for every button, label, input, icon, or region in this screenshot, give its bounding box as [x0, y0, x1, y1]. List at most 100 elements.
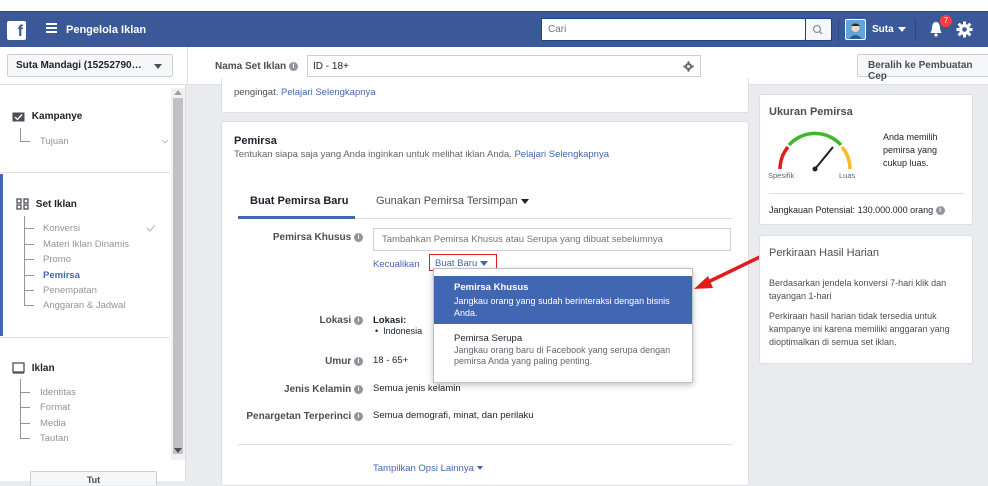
adset-name-label: Nama Set Iklan i [215, 61, 298, 72]
info-icon[interactable]: i [354, 384, 363, 394]
avatar[interactable] [845, 19, 866, 40]
dropdown-item-desc: Jangkau orang yang sudah berinteraksi de… [454, 296, 670, 318]
audience-size-card: Ukuran Pemirsa Spesifik Luas Anda memili… [759, 94, 973, 225]
tree-tick [24, 228, 34, 229]
sidebar-item-media[interactable]: Media [40, 418, 66, 429]
tree-tick [20, 423, 30, 424]
location-label: Lokasi i [242, 315, 363, 326]
info-icon[interactable]: i [935, 206, 945, 216]
tree-line [20, 128, 21, 141]
custom-audience-field[interactable] [373, 228, 731, 251]
folder-icon [12, 112, 25, 122]
ad-frame-icon [12, 362, 25, 374]
browser-top-strip [0, 0, 988, 11]
hamburger-menu-icon[interactable] [46, 23, 57, 34]
scroll-down-arrow-icon[interactable] [174, 448, 182, 453]
tab-create-new-audience[interactable]: Buat Pemirsa Baru [238, 194, 355, 219]
sidebar-section-adset[interactable]: Set Iklan [16, 198, 77, 210]
topbar-divider [838, 19, 839, 41]
tree-tick [20, 392, 30, 393]
caret-down-icon [520, 198, 529, 204]
location-value: • Indonesia [375, 326, 423, 336]
tree-line [20, 379, 21, 438]
account-selector[interactable]: Suta Mandagi (15252790… [7, 54, 173, 77]
exclude-link[interactable]: Kecualikan [373, 259, 419, 270]
tree-tick [24, 275, 34, 276]
learn-more-link[interactable]: Pelajari Selengkapnya [514, 149, 609, 160]
daily-estimate-note: Berdasarkan jendela konversi 7-hari klik… [769, 278, 947, 301]
adset-name-field[interactable]: ID - 18+ [307, 55, 701, 77]
gender-value[interactable]: Semua jenis kelamin [373, 383, 461, 394]
info-icon[interactable]: i [354, 232, 363, 242]
scroll-up-arrow-icon[interactable] [174, 90, 182, 95]
user-name[interactable]: Suta [872, 24, 894, 35]
active-section-indicator [0, 174, 3, 336]
caret-down-icon[interactable] [898, 27, 906, 32]
search-icon [812, 24, 823, 35]
dropdown-item-custom-audience[interactable]: Pemirsa Khusus Jangkau orang yang sudah … [434, 276, 692, 324]
gear-icon[interactable] [683, 61, 694, 72]
sidebar-item-anggaran-jadwal[interactable]: Anggaran & Jadwal [43, 300, 125, 311]
previous-section-card: pengingat. Pelajari Selengkapnya [221, 78, 749, 113]
daily-estimate-title: Perkiraan Hasil Harian [769, 247, 880, 259]
sidebar-item-promo[interactable]: Promo [43, 254, 71, 265]
sidebar-item-penempatan[interactable]: Penempatan [43, 285, 97, 296]
adset-name-value: ID - 18+ [313, 61, 349, 72]
show-more-options-link[interactable]: Tampilkan Opsi Lainnya [373, 463, 483, 474]
app-title[interactable]: Pengelola Iklan [66, 24, 146, 36]
info-icon[interactable]: i [354, 411, 363, 421]
sidebar-adset-title: Set Iklan [35, 198, 77, 210]
potential-reach: Jangkauan Potensial: 130.000.000 orang i [769, 205, 945, 216]
tree-line [24, 216, 25, 306]
annotation-arrow-icon [694, 252, 767, 289]
audience-description: Tentukan siapa saja yang Anda inginkan u… [234, 149, 609, 160]
dropdown-item-title: Pemirsa Serupa [454, 333, 523, 344]
detailed-targeting-value[interactable]: Semua demografi, minat, dan perilaku [373, 410, 534, 421]
section-divider [0, 337, 170, 338]
tree-tick [20, 438, 30, 439]
gauge-right-label: Luas [839, 171, 856, 180]
gear-icon[interactable] [956, 21, 973, 38]
facebook-logo-icon[interactable]: f [7, 21, 26, 40]
audience-size-description: Anda memilih pemirsa yang cukup luas. [883, 132, 938, 168]
sidebar-item-pemirsa[interactable]: Pemirsa [43, 270, 80, 281]
sidebar-item-konversi[interactable]: Konversi [43, 223, 80, 234]
sidebar-item-materi-iklan-dinamis[interactable]: Materi Iklan Dinamis [43, 239, 129, 250]
sidebar-item-tautan[interactable]: Tautan [40, 433, 69, 444]
top-navigation-bar: f Pengelola Iklan Suta 7 [0, 11, 988, 47]
caret-down-icon [476, 466, 483, 471]
sidebar-item-tujuan[interactable]: Tujuan [40, 136, 69, 147]
caret-down-icon [479, 260, 488, 266]
daily-estimate-unavailable: Perkiraan hasil harian tidak tersedia un… [769, 311, 950, 347]
age-value[interactable]: 18 - 65+ [373, 355, 408, 366]
close-button[interactable]: Tut [30, 471, 157, 485]
toolbar-divider [187, 47, 188, 85]
account-name: Suta Mandagi (15252790… [16, 60, 142, 71]
audience-gauge-icon [778, 131, 852, 172]
info-icon[interactable]: i [354, 356, 363, 366]
dropdown-item-lookalike-audience[interactable]: Pemirsa Serupa Jangkau orang baru di Fac… [434, 327, 692, 375]
checkmark-icon [146, 224, 156, 232]
search-input[interactable] [542, 19, 782, 40]
info-icon[interactable]: i [354, 315, 363, 325]
switch-quick-creation-button[interactable]: Beralih ke Pembuatan Cep [857, 54, 988, 82]
sidebar-ad-title: Iklan [31, 362, 55, 374]
audience-title: Pemirsa [234, 135, 277, 147]
tree-tick [24, 244, 34, 245]
search-box[interactable] [541, 18, 806, 41]
sidebar-item-identitas[interactable]: Identitas [40, 387, 76, 398]
sidebar-section-ad[interactable]: Iklan [12, 362, 55, 374]
section-divider [238, 444, 733, 445]
dropdown-item-desc: Jangkau orang baru di Facebook yang seru… [454, 345, 671, 366]
info-icon[interactable]: i [288, 61, 298, 71]
search-button[interactable] [806, 18, 832, 41]
sidebar-item-format[interactable]: Format [40, 402, 70, 413]
topbar-divider [915, 19, 916, 41]
sidebar-scrollbar-thumb[interactable] [173, 98, 183, 454]
dropdown-item-title: Pemirsa Khusus [454, 282, 529, 293]
learn-more-link[interactable]: Pelajari Selengkapnya [281, 87, 376, 98]
custom-audience-input[interactable] [382, 234, 712, 245]
tab-use-saved-audience[interactable]: Gunakan Pemirsa Tersimpan [376, 195, 529, 207]
custom-audience-label: Pemirsa Khusus i [242, 232, 363, 243]
sidebar-section-campaign[interactable]: Kampanye [12, 111, 82, 122]
